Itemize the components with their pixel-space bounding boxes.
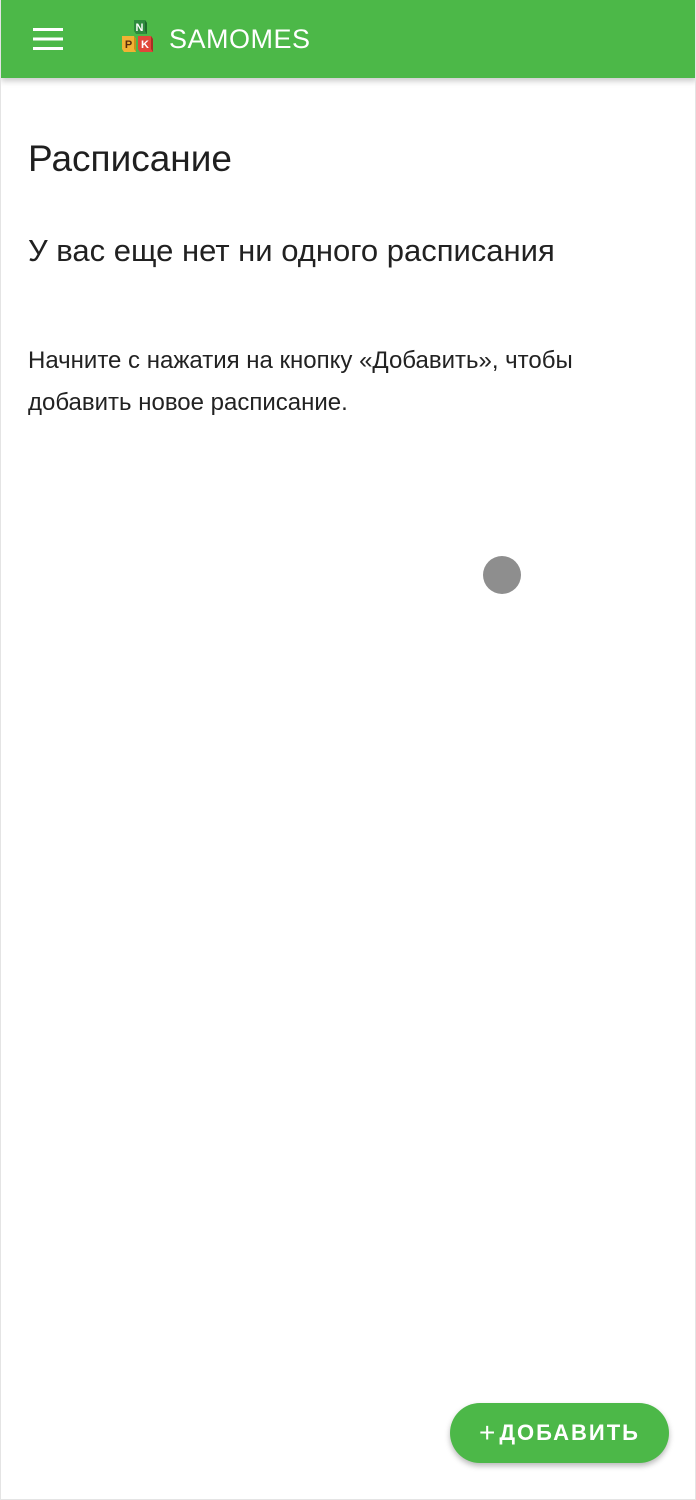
menu-button[interactable] <box>21 14 75 64</box>
logo-letter-n: N <box>136 22 144 34</box>
app-bar: N P K SAMOMES <box>1 0 695 78</box>
app-brand-title: SAMOMES <box>169 24 311 54</box>
page-title: Расписание <box>28 138 232 179</box>
touch-indicator <box>483 556 521 594</box>
logo-letter-k: K <box>141 39 149 51</box>
empty-state-description: Начните с нажатия на кнопку «Добавить», … <box>28 347 573 416</box>
screen: N P K SAMOMES Расписание У вас еще нет н… <box>0 0 696 1500</box>
empty-state-heading: У вас еще нет ни одного расписания <box>28 233 555 268</box>
app-logo-icon: N P K <box>122 20 153 52</box>
add-button-label: ДОБАВИТЬ <box>499 1420 640 1445</box>
plus-icon: + <box>479 1417 496 1448</box>
add-button[interactable]: + ДОБАВИТЬ <box>450 1403 669 1463</box>
logo-letter-p: P <box>125 39 132 51</box>
hamburger-menu-icon <box>33 28 63 50</box>
